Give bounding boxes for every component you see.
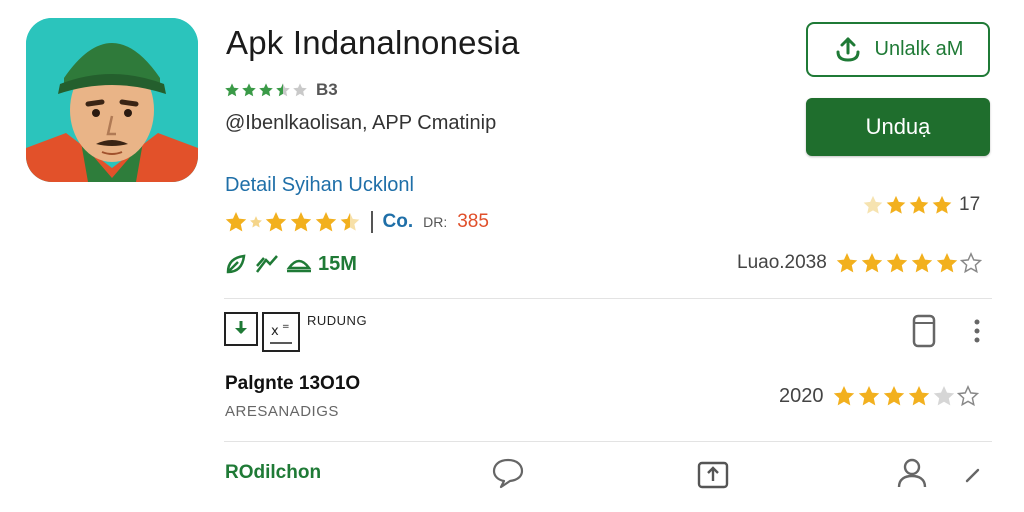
item-year: 2020 bbox=[779, 384, 824, 407]
formula-square-icon[interactable]: x = bbox=[262, 312, 300, 352]
star-icon bbox=[886, 253, 908, 273]
section-divider bbox=[224, 298, 992, 299]
soldier-portrait-icon bbox=[26, 18, 198, 182]
star-icon bbox=[911, 253, 933, 273]
star-icon bbox=[225, 83, 239, 97]
star-icon bbox=[936, 253, 958, 273]
star-icon bbox=[315, 212, 337, 232]
star-icon bbox=[909, 195, 929, 214]
detail-rating-right-stars bbox=[862, 194, 953, 216]
leaf-icon bbox=[226, 254, 246, 274]
download-button[interactable]: Unduạ bbox=[806, 98, 990, 156]
star-half-icon bbox=[276, 83, 290, 97]
download-square-icon[interactable] bbox=[224, 312, 258, 346]
star-icon bbox=[932, 195, 952, 214]
comment-bubble-icon[interactable] bbox=[491, 457, 525, 494]
date-rating-stars bbox=[835, 251, 982, 275]
star-faded-icon bbox=[863, 195, 883, 214]
app-size: 15M bbox=[318, 252, 357, 275]
download-button-label: Unduạ bbox=[865, 114, 931, 139]
star-icon bbox=[908, 386, 929, 406]
rating-badge: Co. bbox=[382, 211, 414, 232]
star-faded-icon bbox=[250, 216, 262, 228]
detail-rating-right-count: 17 bbox=[959, 194, 981, 215]
bottom-label[interactable]: ROdilchon bbox=[225, 462, 321, 484]
star-icon bbox=[225, 212, 247, 232]
star-icon bbox=[883, 386, 904, 406]
svg-text:x: x bbox=[271, 324, 279, 339]
tag-label: RUDUNG bbox=[307, 313, 368, 328]
developer-name[interactable]: @Ibenlkaolisan, APP Cmatinip bbox=[225, 112, 496, 135]
header-rating-stars bbox=[224, 82, 308, 98]
star-icon bbox=[836, 253, 858, 273]
install-button-label: Unlalk aM bbox=[874, 38, 964, 60]
star-icon bbox=[886, 195, 906, 214]
star-empty-icon bbox=[933, 386, 954, 406]
star-icon bbox=[259, 83, 273, 97]
app-icon bbox=[26, 18, 198, 182]
download-arrow-icon bbox=[836, 37, 860, 62]
star-icon bbox=[833, 386, 854, 406]
hat-icon bbox=[286, 259, 312, 273]
star-outline-icon bbox=[956, 385, 979, 407]
star-icon bbox=[858, 386, 879, 406]
tag-arrows-icon bbox=[256, 255, 278, 273]
item-rating: 2020 bbox=[779, 384, 979, 408]
rating-row-stars bbox=[224, 210, 361, 234]
item-subtitle: ARESANADIGS bbox=[225, 403, 339, 420]
star-icon bbox=[290, 212, 312, 232]
star-half-icon bbox=[340, 212, 360, 231]
more-vertical-icon[interactable] bbox=[972, 318, 982, 349]
star-empty-icon bbox=[293, 83, 307, 97]
rating-row: Co. DR: 385 bbox=[224, 210, 489, 234]
star-icon bbox=[242, 83, 256, 97]
app-title: Apk Indanalnonesia bbox=[226, 24, 520, 61]
star-icon bbox=[861, 253, 883, 273]
share-upload-icon[interactable] bbox=[696, 458, 730, 495]
item-title[interactable]: Palgnte 13O1O bbox=[225, 373, 360, 395]
small-icon-group: x = bbox=[224, 312, 300, 352]
phone-device-icon[interactable] bbox=[912, 314, 936, 353]
star-outline-icon bbox=[959, 252, 982, 274]
header-rating: B3 bbox=[224, 80, 338, 100]
rating-prefix: DR: bbox=[423, 214, 448, 230]
section-divider bbox=[224, 441, 992, 442]
rating-number: 385 bbox=[457, 211, 489, 232]
svg-text:=: = bbox=[282, 322, 290, 332]
item-rating-stars bbox=[832, 384, 979, 408]
divider-vertical bbox=[371, 211, 373, 233]
install-button[interactable]: Unlalk aM bbox=[806, 22, 990, 77]
pencil-icon[interactable] bbox=[964, 466, 982, 489]
stats-row: 15M bbox=[224, 252, 357, 276]
date-rating-right: Luao.2038 bbox=[737, 251, 982, 275]
star-icon bbox=[265, 212, 287, 232]
release-date: Luao.2038 bbox=[737, 252, 827, 273]
detail-rating-right: 17 bbox=[862, 194, 980, 216]
header-rating-count: B3 bbox=[316, 80, 338, 99]
detail-link[interactable]: Detail Syihan Ucklonl bbox=[225, 174, 414, 197]
person-icon[interactable] bbox=[896, 456, 928, 495]
